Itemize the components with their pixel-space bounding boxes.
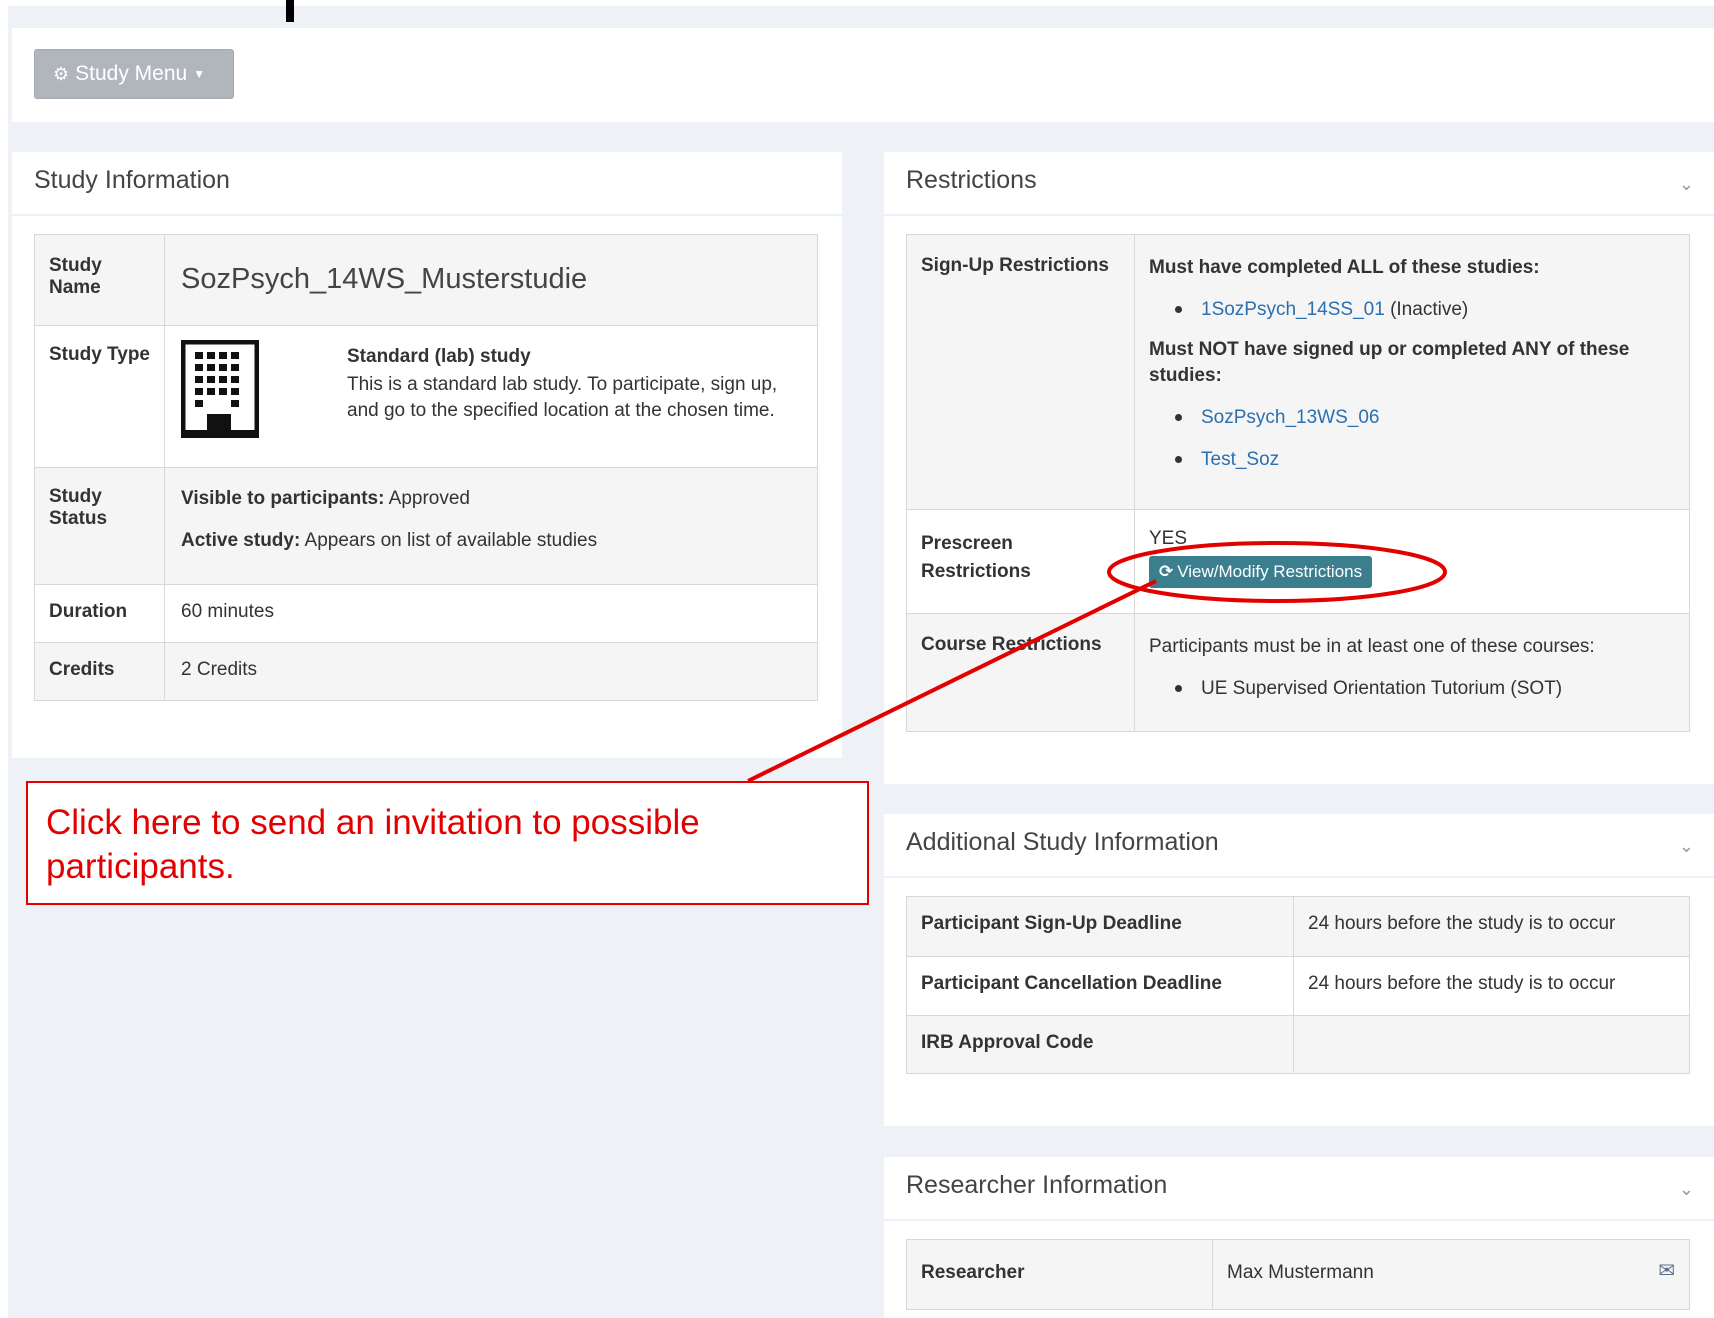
excluded-study-item: SozPsych_13WS_06 [1175, 405, 1675, 431]
divider [884, 876, 1714, 878]
course-item: UE Supervised Orientation Tutorium (SOT) [1175, 676, 1675, 702]
study-menu-bar: ⚙ Study Menu ▼ [12, 28, 1714, 122]
study-name-value: SozPsych_14WS_Musterstudie [164, 234, 818, 326]
course-restrictions-value: Participants must be in at least one of … [1134, 613, 1690, 732]
duration-value: 60 minutes [164, 584, 818, 643]
divider [884, 1219, 1714, 1221]
study-menu-button[interactable]: ⚙ Study Menu ▼ [34, 49, 234, 99]
completed-study-item: 1SozPsych_14SS_01 (Inactive) [1175, 297, 1675, 323]
building-icon [180, 339, 347, 444]
gears-icon: ⚙ [53, 63, 70, 84]
study-type-description: This is a standard lab study. To partici… [347, 374, 778, 421]
credits-label: Credits [34, 642, 165, 701]
irb-code-label: IRB Approval Code [906, 1015, 1294, 1074]
study-info-table: Study Name SozPsych_14WS_Musterstudie St… [34, 234, 818, 701]
panel-title: Researcher Information [906, 1171, 1168, 1199]
additional-info-panel: Additional Study Information ⌄ Participa… [884, 814, 1714, 1126]
envelope-icon[interactable]: ✉ [1658, 1258, 1675, 1283]
course-restrictions-label: Course Restrictions [906, 613, 1135, 732]
researcher-info-panel: Researcher Information ⌄ Researcher Max … [884, 1157, 1714, 1318]
study-status-label: Study Status [34, 467, 165, 585]
signup-restrictions-label: Sign-Up Restrictions [906, 234, 1135, 510]
excluded-study-item: Test_Soz [1175, 447, 1675, 473]
prescreen-restrictions-value: YES ⟳ View/Modify Restrictions [1107, 509, 1690, 614]
restrictions-panel: Restrictions ⌄ Sign-Up Restrictions Must… [884, 152, 1714, 784]
signup-deadline-value: 24 hours before the study is to occur [1293, 896, 1690, 957]
researcher-label: Researcher [906, 1239, 1213, 1310]
credits-value: 2 Credits [164, 642, 818, 701]
signup-restrictions-value: Must have completed ALL of these studies… [1134, 234, 1690, 510]
study-link[interactable]: Test_Soz [1201, 449, 1279, 470]
divider [12, 214, 842, 216]
chevron-down-icon[interactable]: ⌄ [1679, 836, 1694, 857]
callout-text: Click here to send an invitation to poss… [46, 803, 700, 886]
text-cursor [286, 0, 294, 22]
study-type-label: Study Type [34, 325, 165, 468]
study-menu-label: Study Menu [75, 62, 188, 85]
panel-title: Additional Study Information [906, 828, 1219, 856]
study-type-title: Standard (lab) study [347, 346, 531, 367]
prescreen-restrictions-label: Prescreen Restrictions [906, 509, 1135, 614]
highlight-ellipse [1107, 541, 1447, 603]
panel-title: Study Information [34, 166, 230, 194]
researcher-value: Max Mustermann ✉ [1212, 1239, 1690, 1310]
duration-label: Duration [34, 584, 165, 643]
restrictions-table: Sign-Up Restrictions Must have completed… [906, 234, 1690, 732]
annotation-callout: Click here to send an invitation to poss… [26, 781, 869, 905]
caret-down-icon: ▼ [193, 67, 206, 81]
study-name-label: Study Name [34, 234, 165, 326]
additional-info-table: Participant Sign-Up Deadline 24 hours be… [906, 896, 1690, 1074]
chevron-down-icon[interactable]: ⌄ [1679, 1179, 1694, 1200]
researcher-table: Researcher Max Mustermann ✉ [906, 1239, 1690, 1310]
divider [884, 214, 1714, 216]
study-link[interactable]: 1SozPsych_14SS_01 [1201, 299, 1385, 320]
study-type-value: Standard (lab) study This is a standard … [164, 325, 818, 468]
signup-deadline-label: Participant Sign-Up Deadline [906, 896, 1294, 957]
irb-code-value [1293, 1015, 1690, 1074]
study-status-value: Visible to participants: Approved Active… [164, 467, 818, 585]
chevron-down-icon[interactable]: ⌄ [1679, 174, 1694, 195]
study-link[interactable]: SozPsych_13WS_06 [1201, 407, 1380, 428]
panel-title: Restrictions [906, 166, 1037, 194]
cancellation-deadline-label: Participant Cancellation Deadline [906, 956, 1294, 1016]
study-information-panel: Study Information Study Name SozPsych_14… [12, 152, 842, 758]
cancellation-deadline-value: 24 hours before the study is to occur [1293, 956, 1690, 1016]
